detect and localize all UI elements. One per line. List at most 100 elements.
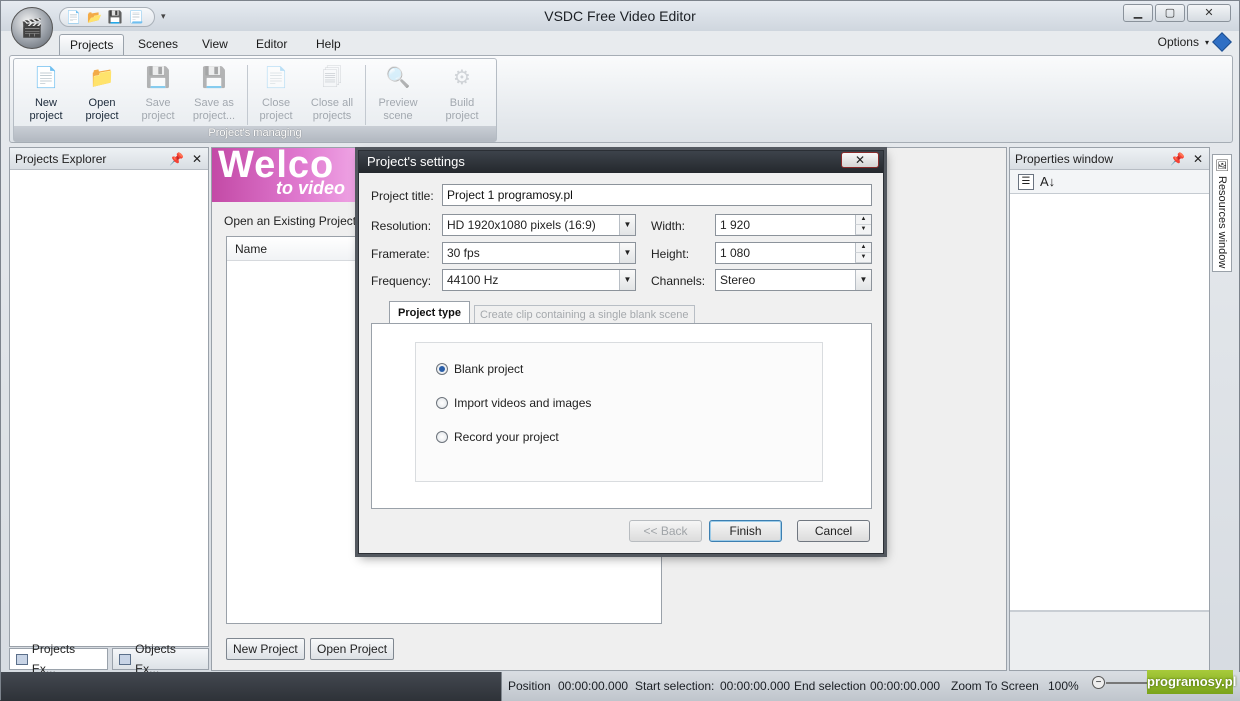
save-disk-icon: 💾 bbox=[145, 67, 171, 89]
chevron-down-icon: ▼ bbox=[619, 270, 635, 290]
close-all-projects-button[interactable]: 🗐 Close all projects bbox=[304, 63, 360, 123]
width-spinner[interactable]: 1 920 ▲ ▼ bbox=[715, 214, 872, 236]
tab-objects-explorer[interactable]: Objects Ex... bbox=[112, 642, 209, 676]
chevron-down-icon: ▼ bbox=[619, 215, 635, 235]
resolution-label: Resolution: bbox=[371, 219, 432, 233]
finish-button[interactable]: Finish bbox=[709, 520, 782, 542]
close-project-label-1: Close bbox=[261, 97, 291, 109]
spin-down-icon[interactable]: ▼ bbox=[855, 253, 871, 263]
window-title: VSDC Free Video Editor bbox=[544, 8, 696, 24]
radio-button[interactable] bbox=[436, 431, 448, 443]
resolution-select[interactable]: HD 1920x1080 pixels (16:9) ▼ bbox=[442, 214, 636, 236]
zoom-slider[interactable]: − bbox=[1092, 676, 1154, 690]
close-window-button[interactable]: ✕ bbox=[1187, 4, 1231, 22]
dialog-title-bar: Project's settings ✕ bbox=[359, 151, 883, 173]
start-selection-label: Start selection: bbox=[635, 679, 715, 693]
pin-icon[interactable]: 📌 bbox=[1170, 148, 1185, 170]
tab-create-clip[interactable]: Create clip containing a single blank sc… bbox=[474, 305, 695, 325]
explorer-bottom-tabs: Projects Ex... Objects Ex... bbox=[9, 642, 209, 676]
project-title-input[interactable]: Project 1 programosy.pl bbox=[442, 184, 872, 206]
window-controls: ▁ ▢ ✕ bbox=[1123, 4, 1231, 22]
width-value: 1 920 bbox=[720, 218, 751, 232]
tab-editor[interactable]: Editor bbox=[246, 34, 297, 55]
frequency-select[interactable]: 44100 Hz ▼ bbox=[442, 269, 636, 291]
minimize-button[interactable]: ▁ bbox=[1123, 4, 1153, 22]
open-project-button[interactable]: 📁 Open project bbox=[74, 63, 130, 123]
maximize-button[interactable]: ▢ bbox=[1155, 4, 1185, 22]
tab-scenes[interactable]: Scenes bbox=[128, 34, 188, 55]
zoom-to-screen-button[interactable]: Zoom To Screen bbox=[951, 675, 1039, 697]
spin-up-icon[interactable]: ▲ bbox=[855, 243, 871, 253]
height-label: Height: bbox=[651, 247, 690, 261]
save-as-project-button[interactable]: 💾 Save as project... bbox=[186, 63, 242, 123]
channels-value: Stereo bbox=[720, 273, 756, 287]
radio-record-project[interactable]: Record your project bbox=[436, 430, 559, 444]
preview-label-1: Preview bbox=[378, 97, 418, 109]
new-project-start-button[interactable]: New Project bbox=[226, 638, 305, 660]
cancel-button[interactable]: Cancel bbox=[797, 520, 870, 542]
close-project-icon: 📄 bbox=[263, 67, 289, 89]
radio-record-project-label: Record your project bbox=[454, 430, 559, 444]
properties-toolbar: ☰ A↓ bbox=[1010, 170, 1209, 194]
zoom-out-icon[interactable]: − bbox=[1092, 676, 1105, 689]
spin-up-icon[interactable]: ▲ bbox=[855, 215, 871, 225]
radio-button[interactable] bbox=[436, 397, 448, 409]
radio-button-checked[interactable] bbox=[436, 363, 448, 375]
options-label: Options bbox=[1157, 35, 1199, 49]
app-menu-orb-icon[interactable]: 🎬 bbox=[11, 7, 53, 49]
new-project-icon: 📄 bbox=[33, 67, 59, 89]
project-title-label: Project title: bbox=[371, 189, 434, 203]
preview-label-2: scene bbox=[383, 110, 413, 122]
close-icon[interactable]: ✕ bbox=[1193, 148, 1203, 170]
new-project-button[interactable]: 📄 New project bbox=[18, 63, 74, 123]
spin-down-icon[interactable]: ▼ bbox=[855, 225, 871, 235]
pin-icon[interactable]: 📌 bbox=[169, 148, 184, 170]
tab-view[interactable]: View bbox=[192, 34, 238, 55]
projects-explorer-header: Projects Explorer 📌 ✕ bbox=[10, 148, 208, 170]
close-all-label-1: Close all bbox=[310, 97, 354, 109]
save-project-button[interactable]: 💾 Save project bbox=[130, 63, 186, 123]
height-value: 1 080 bbox=[720, 246, 751, 260]
build-label-2: project bbox=[445, 110, 479, 122]
new-project-label-2: project bbox=[29, 110, 63, 122]
welcome-banner-subtitle: to video bbox=[276, 178, 346, 198]
preview-scene-button[interactable]: 🔍 Preview scene bbox=[370, 63, 426, 123]
properties-panel: Properties window 📌 ✕ ☰ A↓ bbox=[1009, 147, 1210, 671]
radio-import-videos-label: Import videos and images bbox=[454, 396, 592, 410]
save-project-label-1: Save bbox=[145, 97, 171, 109]
radio-import-videos[interactable]: Import videos and images bbox=[436, 396, 591, 410]
categorized-icon[interactable]: ☰ bbox=[1018, 173, 1034, 190]
height-spinner[interactable]: 1 080 ▲ ▼ bbox=[715, 242, 872, 264]
open-existing-heading: Open an Existing Project bbox=[224, 214, 357, 228]
open-project-start-button[interactable]: Open Project bbox=[310, 638, 395, 660]
help-icon[interactable] bbox=[1212, 32, 1232, 52]
resources-window-tab[interactable]: 🖼 Resources window bbox=[1212, 154, 1232, 272]
status-bar: Position 00:00:00.000 Start selection: 0… bbox=[1, 672, 1240, 701]
channels-select[interactable]: Stereo ▼ bbox=[715, 269, 872, 291]
options-menu[interactable]: Options ▾ bbox=[1157, 32, 1232, 52]
new-project-label-1: New bbox=[34, 97, 57, 109]
end-selection-value: 00:00:00.000 bbox=[870, 679, 941, 693]
project-type-page: Blank project Import videos and images R… bbox=[371, 323, 872, 509]
build-project-button[interactable]: ⚙ Build project bbox=[434, 63, 490, 123]
dialog-title: Project's settings bbox=[367, 154, 465, 169]
radio-blank-project[interactable]: Blank project bbox=[436, 362, 523, 376]
tab-projects[interactable]: Projects bbox=[59, 34, 125, 55]
close-project-label-2: project bbox=[259, 110, 293, 122]
properties-header: Properties window 📌 ✕ bbox=[1010, 148, 1209, 170]
close-all-icon: 🗐 bbox=[322, 67, 342, 89]
sort-alphabetical-icon[interactable]: A↓ bbox=[1040, 174, 1055, 189]
tab-projects-explorer[interactable]: Projects Ex... bbox=[9, 642, 109, 676]
framerate-select[interactable]: 30 fps ▼ bbox=[442, 242, 636, 264]
tab-project-type[interactable]: Project type bbox=[389, 301, 470, 325]
tab-help[interactable]: Help bbox=[306, 34, 351, 55]
close-icon[interactable]: ✕ bbox=[192, 148, 202, 170]
preview-icon: 🔍 bbox=[385, 67, 411, 89]
save-as-label-2: project... bbox=[192, 110, 236, 122]
projects-explorer-panel: Projects Explorer 📌 ✕ bbox=[9, 147, 209, 647]
properties-title: Properties window bbox=[1015, 152, 1114, 166]
ribbon-tabs: Projects Scenes View Editor Help Options… bbox=[1, 31, 1239, 55]
back-button[interactable]: << Back bbox=[629, 520, 702, 542]
dialog-close-button[interactable]: ✕ bbox=[841, 152, 879, 168]
close-project-button[interactable]: 📄 Close project bbox=[248, 63, 304, 123]
